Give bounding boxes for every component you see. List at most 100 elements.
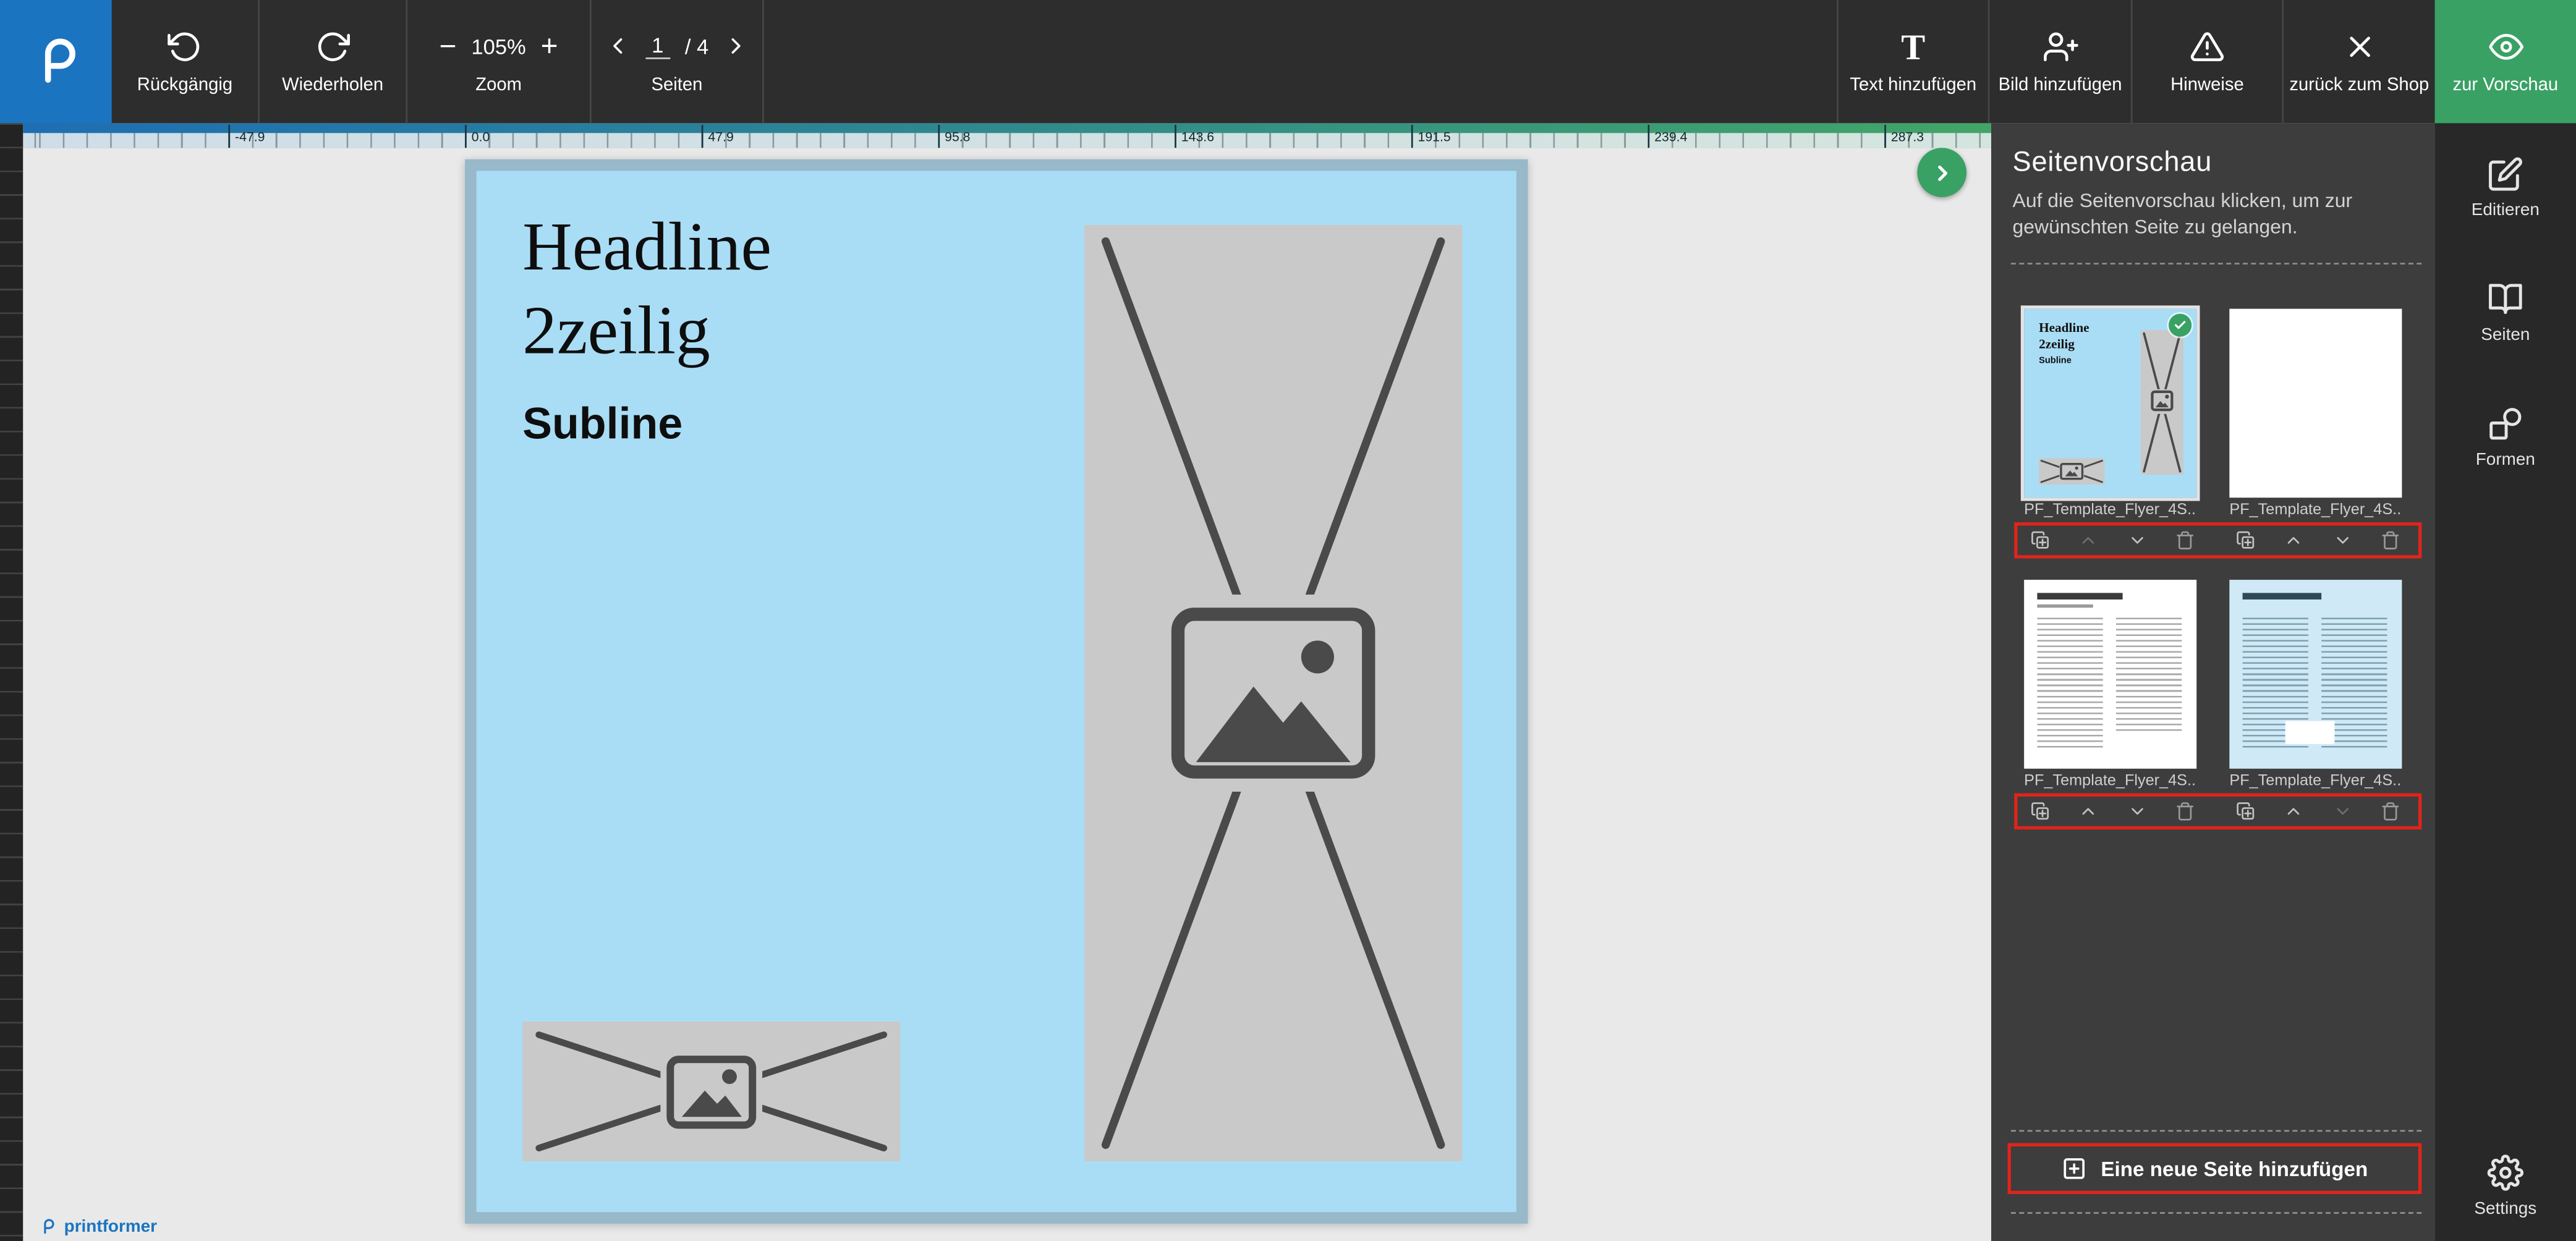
- mini-text-column: [2037, 617, 2103, 749]
- pages-label: Seiten: [651, 75, 703, 96]
- subline-text[interactable]: Subline: [522, 399, 682, 450]
- dashed-divider: [2010, 1212, 2422, 1214]
- shapes-icon: [2488, 405, 2523, 441]
- delete-page-button[interactable]: [2175, 802, 2195, 821]
- eye-icon: [2488, 29, 2523, 64]
- chevron-up-icon: [2079, 530, 2099, 550]
- hints-button[interactable]: Hinweise: [2130, 0, 2282, 124]
- add-page-button[interactable]: Eine neue Seite hinzufügen: [2011, 1146, 2418, 1191]
- panel-title: Seitenvorschau: [2012, 146, 2213, 178]
- move-page-down-button[interactable]: [2332, 530, 2352, 550]
- artboard-page[interactable]: Headline 2zeilig Subline: [465, 159, 1528, 1224]
- dashed-divider: [2010, 1130, 2422, 1132]
- delete-page-button[interactable]: [2175, 530, 2195, 550]
- page-total: / 4: [684, 33, 709, 59]
- image-placeholder-icon: [1101, 237, 1445, 1149]
- add-text-button[interactable]: T Text hinzufügen: [1837, 0, 1987, 124]
- next-page-button[interactable]: [723, 33, 750, 59]
- preview-label: zur Vorschau: [2452, 74, 2559, 95]
- chevron-down-icon: [2332, 530, 2352, 550]
- page-thumbnail-3[interactable]: [2024, 580, 2197, 769]
- printformer-editor: Rückgängig Wiederholen − 105% + Zoom 1 /…: [0, 0, 2576, 1241]
- ruler-tick: 143.6: [1175, 124, 1214, 148]
- mini-headline-line-2: 2zeilig: [2039, 336, 2075, 351]
- undo-button[interactable]: Rückgängig: [112, 0, 260, 124]
- chevron-up-icon: [2079, 802, 2099, 821]
- duplicate-page-button[interactable]: [2031, 802, 2051, 821]
- chevron-right-icon: [723, 33, 750, 59]
- headline-text[interactable]: Headline 2zeilig: [522, 207, 772, 375]
- page-thumbnail-1[interactable]: Headline 2zeilig Subline: [2020, 305, 2200, 501]
- zoom-in-button[interactable]: +: [541, 31, 558, 61]
- edit-icon: [2488, 156, 2523, 192]
- mini-subheading-bar: [2037, 604, 2093, 608]
- move-page-down-button[interactable]: [2127, 802, 2147, 821]
- image-placeholder-small[interactable]: [522, 1022, 901, 1161]
- add-text-icon: T: [1901, 25, 1926, 67]
- page-thumbnail-label: PF_Template_Flyer_4S...: [2024, 501, 2197, 519]
- move-page-up-button[interactable]: [2079, 802, 2099, 821]
- sidebar-item-formen[interactable]: Formen: [2435, 405, 2576, 470]
- page-thumbnail-label: PF_Template_Flyer_4S...: [2024, 772, 2197, 790]
- ruler-tick: 0.0: [465, 124, 490, 148]
- chevron-down-icon: [2127, 802, 2147, 821]
- panel-subtitle: Auf die Seitenvorschau klicken, um zur g…: [2012, 188, 2353, 238]
- redo-button[interactable]: Wiederholen: [260, 0, 408, 124]
- sidebar-item-label: Settings: [2474, 1199, 2537, 1219]
- canvas-area: Headline 2zeilig Subline printformer: [23, 148, 1992, 1241]
- app-logo[interactable]: [0, 0, 112, 124]
- mini-headline-line-1: Headline: [2039, 320, 2089, 336]
- move-page-up-button[interactable]: [2079, 530, 2099, 550]
- add-page-label: Eine neue Seite hinzufügen: [2101, 1157, 2368, 1180]
- mini-address-box: [2285, 721, 2335, 744]
- page-thumbnail-4[interactable]: [2229, 580, 2402, 769]
- image-placeholder-large[interactable]: [1084, 225, 1463, 1161]
- back-to-shop-button[interactable]: zurück zum Shop: [2282, 0, 2434, 124]
- sidebar-item-seiten[interactable]: Seiten: [2435, 281, 2576, 345]
- plus-square-icon: [2062, 1156, 2086, 1181]
- current-page-input[interactable]: 1: [645, 33, 670, 59]
- sidebar-item-settings[interactable]: Settings: [2435, 1154, 2576, 1219]
- move-page-down-button[interactable]: [2332, 802, 2352, 821]
- duplicate-page-button[interactable]: [2031, 530, 2051, 550]
- ruler-tick: 287.3: [1884, 124, 1924, 148]
- headline-line-2: 2zeilig: [522, 294, 710, 370]
- chevron-left-icon: [604, 33, 631, 59]
- page-2-actions: [2236, 525, 2400, 555]
- printformer-logo-icon: [27, 32, 86, 91]
- panel-toggle-button[interactable]: [1917, 148, 1967, 197]
- trash-icon: [2175, 802, 2195, 821]
- dashed-divider: [2010, 263, 2422, 265]
- add-image-button[interactable]: Bild hinzufügen: [1987, 0, 2131, 124]
- annotation-page-actions-row-2: [2014, 793, 2422, 830]
- page-thumbnail-label: PF_Template_Flyer_4S...: [2229, 772, 2402, 790]
- zoom-out-button[interactable]: −: [440, 31, 457, 61]
- vertical-ruler: [0, 123, 23, 1241]
- redo-label: Wiederholen: [282, 74, 384, 95]
- zoom-label: Zoom: [475, 75, 522, 96]
- top-toolbar: Rückgängig Wiederholen − 105% + Zoom 1 /…: [0, 0, 2576, 124]
- page-thumbnail-label: PF_Template_Flyer_4S...: [2229, 501, 2402, 519]
- mini-heading-bar: [2242, 593, 2322, 600]
- mini-headline: Headline 2zeilig: [2039, 320, 2089, 351]
- preview-button[interactable]: zur Vorschau: [2434, 0, 2576, 124]
- pages-panel: Seitenvorschau Auf die Seitenvorschau kl…: [1991, 123, 2435, 1241]
- page-navigation: 1 / 4 Seiten: [592, 0, 764, 124]
- sidebar-item-editieren[interactable]: Editieren: [2435, 156, 2576, 220]
- move-page-up-button[interactable]: [2284, 802, 2304, 821]
- gear-icon: [2488, 1154, 2523, 1190]
- duplicate-page-button[interactable]: [2236, 530, 2256, 550]
- delete-page-button[interactable]: [2381, 802, 2400, 821]
- page-thumbnail-2[interactable]: [2229, 308, 2402, 498]
- sidebar-item-label: Formen: [2475, 450, 2535, 470]
- page-4-actions: [2236, 797, 2400, 826]
- duplicate-page-button[interactable]: [2236, 802, 2256, 821]
- chevron-down-icon: [2127, 530, 2147, 550]
- ruler-tick: 191.5: [1411, 124, 1451, 148]
- delete-page-button[interactable]: [2381, 530, 2400, 550]
- move-page-up-button[interactable]: [2284, 530, 2304, 550]
- annotation-page-actions-row-1: [2014, 522, 2422, 559]
- previous-page-button[interactable]: [604, 33, 631, 59]
- move-page-down-button[interactable]: [2127, 530, 2147, 550]
